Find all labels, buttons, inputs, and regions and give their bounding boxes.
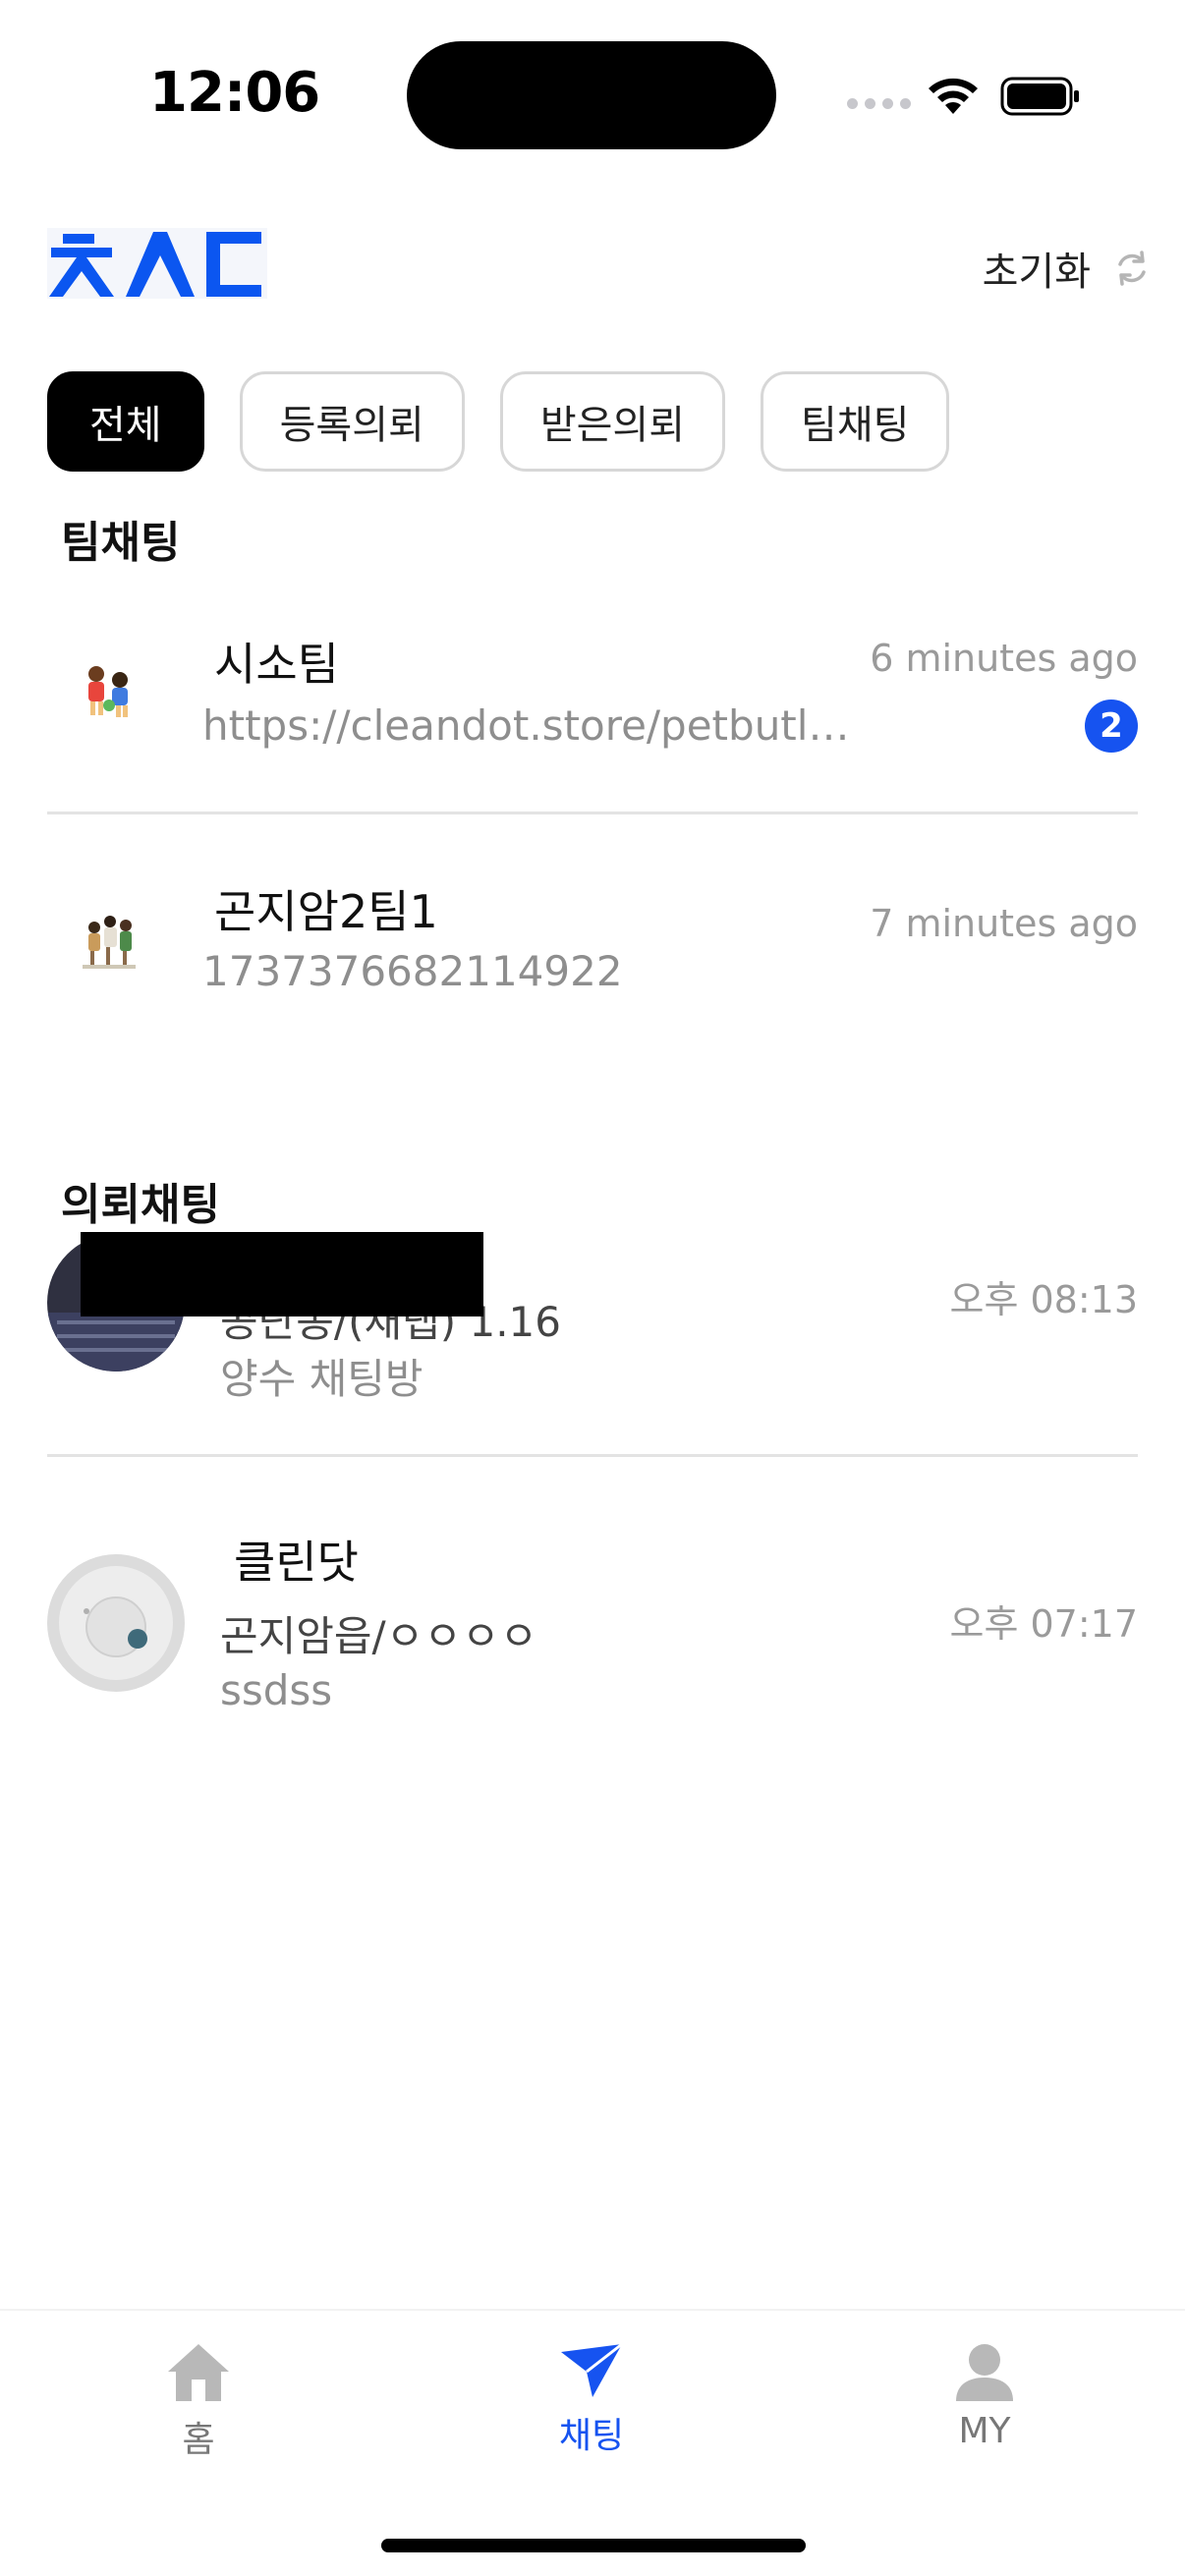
chat-time: 오후 07:17 — [949, 1602, 1138, 1646]
redaction-box — [81, 1232, 483, 1316]
dynamic-island — [407, 41, 776, 149]
chat-time: 오후 08:13 — [949, 1278, 1138, 1321]
team-avatar-icon — [83, 916, 136, 969]
status-time: 12:06 — [149, 61, 320, 125]
nav-my-label: MY — [958, 2411, 1011, 2451]
chat-name: 클린닷 — [234, 1536, 359, 1589]
chat-name: 곤지암2팀1 — [214, 885, 438, 938]
filter-tabs: 전체 등록의뢰 받은의뢰 팀채팅 — [47, 371, 950, 472]
chat-time: 7 minutes ago — [870, 902, 1138, 945]
home-icon — [168, 2344, 229, 2401]
tab-team-chat[interactable]: 팀채팅 — [761, 371, 950, 472]
chat-time: 6 minutes ago — [870, 637, 1138, 680]
divider — [47, 1454, 1138, 1457]
unread-badge: 2 — [1085, 700, 1138, 753]
divider — [47, 812, 1138, 814]
chat-preview: ssdss — [220, 1666, 333, 1714]
status-bar: 12:06 — [0, 0, 1185, 187]
home-indicator — [381, 2539, 806, 2552]
nav-chat[interactable]: 채팅 — [493, 2340, 690, 2458]
user-avatar — [47, 1554, 185, 1692]
app-logo — [47, 228, 267, 299]
bottom-nav: 홈 채팅 MY — [0, 2309, 1185, 2576]
nav-my[interactable]: MY — [886, 2340, 1083, 2451]
team-chat-section-title: 팀채팅 — [61, 518, 181, 568]
send-icon — [561, 2342, 623, 2397]
chat-preview: https://cleandot.store/petbutl… — [202, 701, 850, 750]
nav-home[interactable]: 홈 — [100, 2340, 297, 2462]
chat-preview: 양수 채팅방 — [220, 1355, 423, 1403]
tab-registered-requests[interactable]: 등록의뢰 — [239, 371, 465, 472]
team-avatar-icon — [88, 666, 128, 717]
chat-row-sisoteam[interactable]: 시소팀 https://cleandot.store/petbutl… 6 mi… — [47, 609, 1138, 796]
chat-row-cleandot[interactable]: 클린닷 곤지암읍/ㅇㅇㅇㅇ ssdss 오후 07:17 — [47, 1513, 1138, 1729]
cellular-signal-icon — [847, 98, 911, 109]
battery-icon — [1000, 77, 1079, 116]
chat-name: 시소팀 — [214, 638, 339, 691]
nav-home-label: 홈 — [182, 2420, 215, 2460]
request-chat-section-title: 의뢰채팅 — [61, 1180, 220, 1230]
chat-location: 곤지암읍/ㅇㅇㅇㅇ — [220, 1612, 538, 1660]
reset-label: 초기화 — [982, 250, 1091, 295]
person-icon — [956, 2344, 1013, 2401]
tab-received-requests[interactable]: 받은의뢰 — [499, 371, 726, 472]
chat-preview: 1737376682114922 — [202, 947, 623, 995]
chat-row-gonjiam[interactable]: 곤지암2팀1 1737376682114922 7 minutes ago — [47, 855, 1138, 1022]
wifi-icon — [929, 78, 978, 114]
nav-chat-label: 채팅 — [558, 2416, 625, 2456]
refresh-icon — [1118, 251, 1146, 286]
reset-button[interactable]: 초기화 — [983, 240, 1152, 297]
tab-all[interactable]: 전체 — [47, 371, 204, 472]
